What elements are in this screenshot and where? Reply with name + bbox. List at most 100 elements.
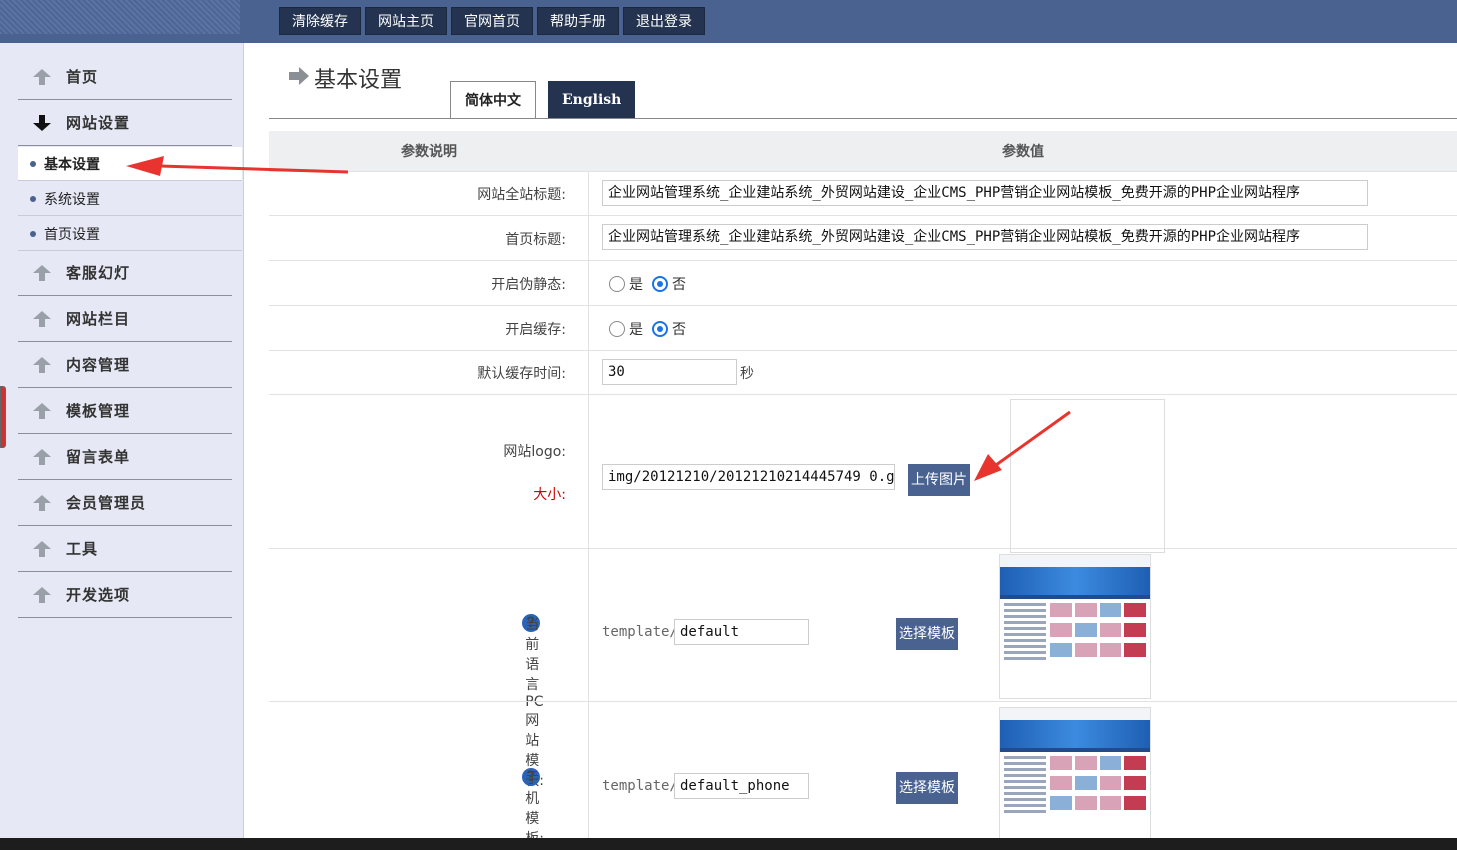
table-row: 开启伪静态: 是 否 (269, 260, 1457, 305)
row-label-cell: 网站logo: 大小: (269, 395, 589, 548)
sidebar-item-label: 工具 (66, 540, 99, 558)
sidebar-item-label: 内容管理 (66, 356, 131, 374)
sidebar-item-dev-options[interactable]: 开发选项 (18, 572, 232, 618)
table-row: 开启缓存: 是 否 (269, 305, 1457, 350)
sidebar-item-label: 会员管理员 (66, 494, 147, 512)
radio-label: 是 (629, 322, 643, 338)
arrow-up-icon (18, 356, 66, 374)
arrow-down-icon (18, 114, 66, 132)
sidebar-sub-home-settings[interactable]: 首页设置 (18, 217, 242, 251)
table-row: 首页标题: 企业网站管理系统_企业建站系统_外贸网站建设_企业CMS_PHP营销… (269, 215, 1457, 260)
sidebar-item-templates[interactable]: 模板管理 (18, 388, 232, 434)
sidebar-item-tools[interactable]: 工具 (18, 526, 232, 572)
radio-icon (609, 321, 625, 337)
sidebar-sub-system-settings[interactable]: 系统设置 (18, 182, 242, 216)
pseudo-static-no-radio[interactable]: 否 (652, 274, 686, 294)
tab-simplified-chinese[interactable]: 简体中文 (450, 81, 536, 119)
choose-phone-template-button[interactable]: 选择模板 (896, 772, 958, 804)
upload-image-button[interactable]: 上传图片 (908, 464, 970, 496)
row-label-cell: 开启缓存: (269, 306, 589, 350)
sidebar-item-site-columns[interactable]: 网站栏目 (18, 296, 232, 342)
radio-checked-icon (652, 276, 668, 292)
arrow-right-icon (288, 66, 310, 90)
arrow-up-icon (18, 494, 66, 512)
sidebar-item-members[interactable]: 会员管理员 (18, 480, 232, 526)
sidebar-item-label: 模板管理 (66, 402, 131, 420)
phone-template-input[interactable]: default_phone (674, 773, 809, 799)
phone-template-label: 手机模板: (525, 771, 544, 847)
cache-yes-radio[interactable]: 是 (609, 319, 643, 339)
logo-path-input[interactable]: img/20121210/20121210214445749 0.gif (602, 464, 895, 490)
radio-label: 是 (629, 277, 643, 293)
sidebar-item-label: 网站栏目 (66, 310, 131, 328)
row-label-cell: 默认缓存时间: (269, 351, 589, 394)
row-label-cell: 首页标题: (269, 216, 589, 260)
scroll-handle[interactable] (0, 386, 6, 448)
clear-cache-button[interactable]: 清除缓存 (279, 7, 361, 35)
row-label-cell: ?当前语言PC网站模板: (269, 549, 589, 789)
tab-divider (269, 118, 1457, 119)
cache-label: 开启缓存: (505, 322, 566, 338)
logo-size-label: 大小: (533, 487, 566, 503)
template-prefix: template/ (602, 778, 678, 794)
column-header-label: 参数说明 (401, 144, 457, 160)
bullet-icon (30, 230, 36, 237)
sidebar-item-label: 首页 (66, 68, 99, 86)
table-row: ?手机模板: template/ default_phone 选择模板 (269, 701, 1457, 847)
sidebar-item-service-slides[interactable]: 客服幻灯 (18, 250, 232, 296)
sidebar-item-label: 网站设置 (66, 114, 131, 132)
pseudo-static-yes-radio[interactable]: 是 (609, 274, 643, 294)
logo-label: 网站logo: (503, 444, 566, 460)
site-home-button[interactable]: 网站主页 (365, 7, 447, 35)
home-title-label: 首页标题: (505, 232, 566, 248)
sidebar-sub-label: 首页设置 (44, 226, 100, 243)
settings-table: 参数说明 参数值 网站全站标题: 企业网站管理系统_企业建站系统_外贸网站建设_… (269, 131, 1457, 847)
pseudo-static-label: 开启伪静态: (491, 277, 566, 293)
sidebar-item-message-forms[interactable]: 留言表单 (18, 434, 232, 480)
table-row: 网站logo: 大小: img/20121210/201212102144457… (269, 394, 1457, 553)
column-header-value: 参数值 (1002, 144, 1044, 160)
phone-template-thumbnail (999, 707, 1151, 839)
logout-button[interactable]: 退出登录 (623, 7, 705, 35)
sidebar-item-site-settings[interactable]: 网站设置 (18, 100, 232, 146)
table-row: 默认缓存时间: 30 秒 (269, 350, 1457, 394)
sidebar-item-content[interactable]: 内容管理 (18, 342, 232, 388)
sidebar-item-home[interactable]: 首页 (18, 54, 232, 100)
radio-label: 否 (672, 277, 686, 293)
cache-no-radio[interactable]: 否 (652, 319, 686, 339)
cache-time-unit: 秒 (740, 366, 754, 382)
help-manual-button[interactable]: 帮助手册 (537, 7, 619, 35)
table-row: ?当前语言PC网站模板: template/ default 选择模板 (269, 548, 1457, 789)
arrow-up-icon (18, 448, 66, 466)
bullet-icon (30, 160, 36, 167)
row-label-cell: 网站全站标题: (269, 172, 589, 215)
pc-template-thumbnail (999, 554, 1151, 699)
arrow-up-icon (18, 586, 66, 604)
sidebar-sub-basic-settings[interactable]: 基本设置 (18, 147, 242, 181)
row-label-cell: ?手机模板: (269, 702, 589, 847)
logo (0, 0, 240, 34)
site-title-input[interactable]: 企业网站管理系统_企业建站系统_外贸网站建设_企业CMS_PHP营销企业网站模板… (602, 180, 1368, 206)
sidebar-sub-label: 系统设置 (44, 191, 100, 208)
bullet-icon (30, 195, 36, 202)
choose-pc-template-button[interactable]: 选择模板 (896, 618, 958, 650)
tab-english[interactable]: English (548, 81, 636, 119)
sidebar-item-label: 开发选项 (66, 586, 131, 604)
table-header: 参数说明 参数值 (269, 131, 1457, 171)
cache-time-input[interactable]: 30 (602, 359, 737, 385)
pc-template-input[interactable]: default (674, 619, 809, 645)
official-site-button[interactable]: 官网首页 (451, 7, 533, 35)
top-nav: 清除缓存 网站主页 官网首页 帮助手册 退出登录 (279, 7, 705, 35)
page-title-text: 基本设置 (314, 68, 403, 93)
home-title-input[interactable]: 企业网站管理系统_企业建站系统_外贸网站建设_企业CMS_PHP营销企业网站模板… (602, 224, 1368, 250)
arrow-up-icon (18, 68, 66, 86)
table-row: 网站全站标题: 企业网站管理系统_企业建站系统_外贸网站建设_企业CMS_PHP… (269, 171, 1457, 215)
template-prefix: template/ (602, 624, 678, 640)
page-title: 基本设置 (288, 62, 402, 94)
arrow-up-icon (18, 310, 66, 328)
row-label-cell: 开启伪静态: (269, 261, 589, 305)
radio-icon (609, 276, 625, 292)
arrow-up-icon (18, 264, 66, 282)
top-bar: 清除缓存 网站主页 官网首页 帮助手册 退出登录 (0, 0, 1457, 43)
sidebar: 首页 网站设置 基本设置 系统设置 首页设置 客服幻灯 网站栏目 内容管理 模板… (0, 43, 244, 838)
